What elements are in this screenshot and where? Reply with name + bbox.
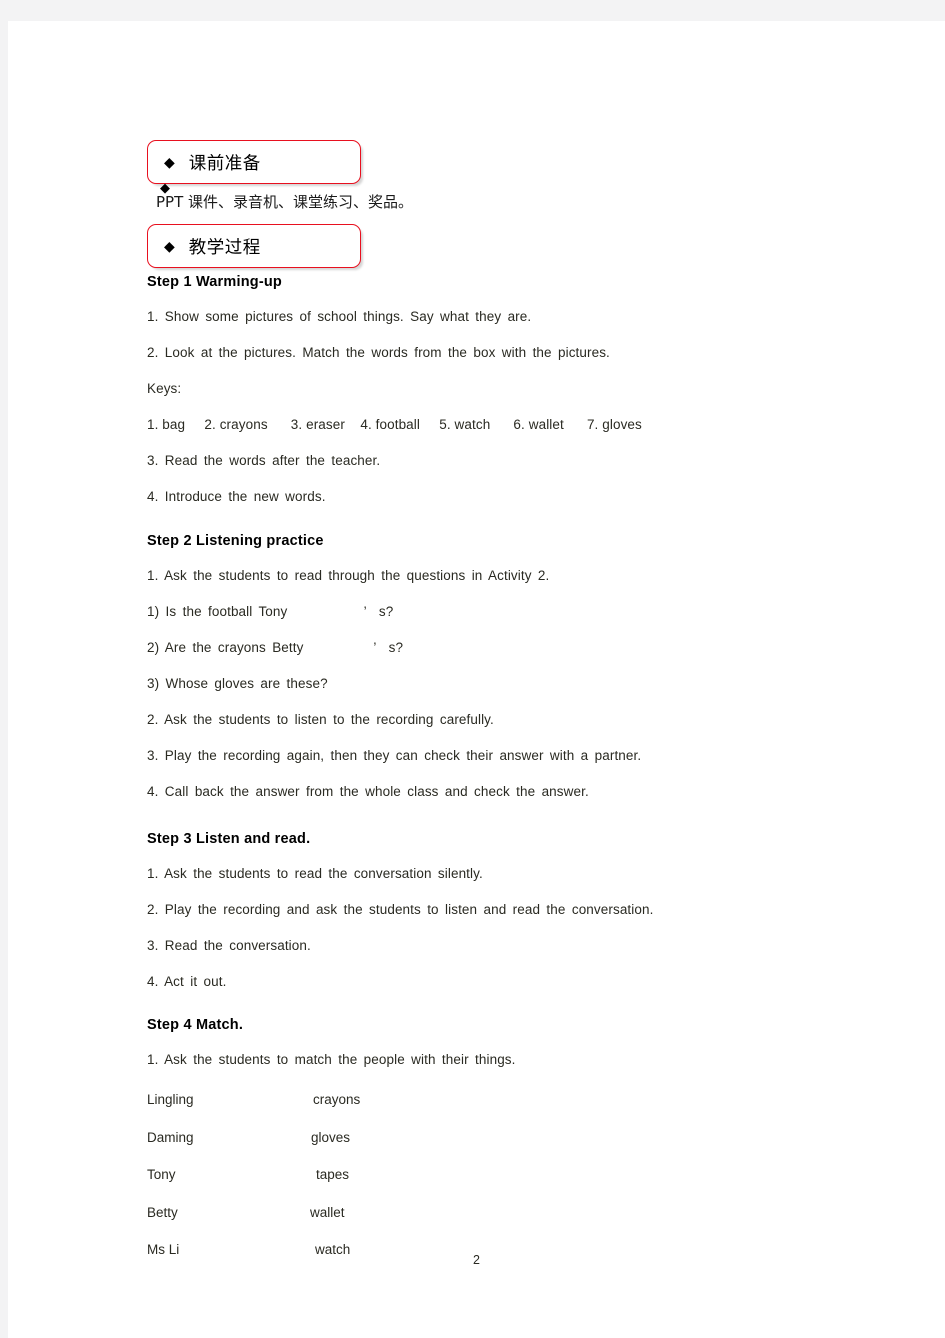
step-line: 3. Read the words after the teacher. <box>147 453 381 468</box>
match-row: Lingling crayons <box>147 1092 807 1130</box>
match-thing: wallet <box>310 1204 345 1220</box>
preparation-heading-label: 课前准备 <box>188 153 261 174</box>
page-number: 2 <box>473 1253 480 1267</box>
keys-answer-line: 1. bag 2. crayons 3. eraser 4. football … <box>147 417 642 432</box>
step-line: 1. Ask the students to read the conversa… <box>147 866 483 881</box>
step-line: 1. Ask the students to read through the … <box>147 568 550 583</box>
step-line: 2. Ask the students to listen to the rec… <box>147 712 494 727</box>
step-title: Step 2 Listening practice <box>147 533 324 549</box>
step-line: 2. Play the recording and ask the studen… <box>147 902 654 917</box>
question-line: 3) Whose gloves are these? <box>147 676 328 691</box>
step-line: 4. Call back the answer from the whole c… <box>147 784 589 799</box>
match-person: Betty <box>147 1204 178 1220</box>
match-thing: crayons <box>313 1092 361 1107</box>
process-section: ◆ 教学过程 <box>147 224 807 268</box>
match-thing: gloves <box>311 1129 351 1145</box>
match-person: Daming <box>147 1129 194 1145</box>
step-line: Keys: <box>147 381 182 396</box>
step-line: 3. Read the conversation. <box>147 938 311 953</box>
diamond-bullet-icon: ◆ <box>164 154 175 170</box>
process-heading-box: ◆ 教学过程 <box>147 224 361 268</box>
match-list: Lingling crayons Daming gloves Tony tape… <box>147 1092 807 1280</box>
preparation-section: ◆ 课前准备 ◆ PPT 课件、录音机、课堂练习、奖品。 <box>147 140 807 212</box>
step-line: 4. Introduce the new words. <box>147 489 326 504</box>
stray-diamond-bullet-icon: ◆ <box>160 180 170 195</box>
match-row: Daming gloves <box>147 1130 807 1168</box>
step-2-block: Step 2 Listening practice 1. Ask the stu… <box>147 533 807 799</box>
question-line: 2) Are the crayons Betty ’ s? <box>147 640 404 655</box>
match-thing: tapes <box>316 1167 350 1182</box>
process-heading-label: 教学过程 <box>188 237 261 258</box>
step-3-block: Step 3 Listen and read. 1. Ask the stude… <box>147 831 807 989</box>
document-page: ◆ 课前准备 ◆ PPT 课件、录音机、课堂练习、奖品。 ◆ 教学过程 Step… <box>8 21 945 1338</box>
step-line: 2. Look at the pictures. Match the words… <box>147 345 610 360</box>
preparation-materials-text: PPT 课件、录音机、课堂练习、奖品。 <box>156 193 414 211</box>
question-line: 1) Is the football Tony ’ s? <box>147 604 394 619</box>
step-title: Step 1 Warming-up <box>147 274 282 290</box>
step-line: 1. Ask the students to match the people … <box>147 1052 516 1067</box>
step-line: 1. Show some pictures of school things. … <box>147 309 532 324</box>
preparation-heading-box: ◆ 课前准备 ◆ <box>147 140 361 194</box>
match-row: Tony tapes <box>147 1167 807 1205</box>
step-line: 4. Act it out. <box>147 974 227 989</box>
match-person: Tony <box>147 1167 176 1182</box>
step-title: Step 3 Listen and read. <box>147 831 311 847</box>
step-1-block: Step 1 Warming-up 1. Show some pictures … <box>147 274 807 504</box>
step-title: Step 4 Match. <box>147 1017 244 1033</box>
match-row: Betty wallet <box>147 1205 807 1243</box>
diamond-bullet-icon: ◆ <box>164 238 175 254</box>
step-line: 3. Play the recording again, then they c… <box>147 748 642 763</box>
step-4-block: Step 4 Match. 1. Ask the students to mat… <box>147 1017 807 1067</box>
match-person: Lingling <box>147 1092 194 1107</box>
